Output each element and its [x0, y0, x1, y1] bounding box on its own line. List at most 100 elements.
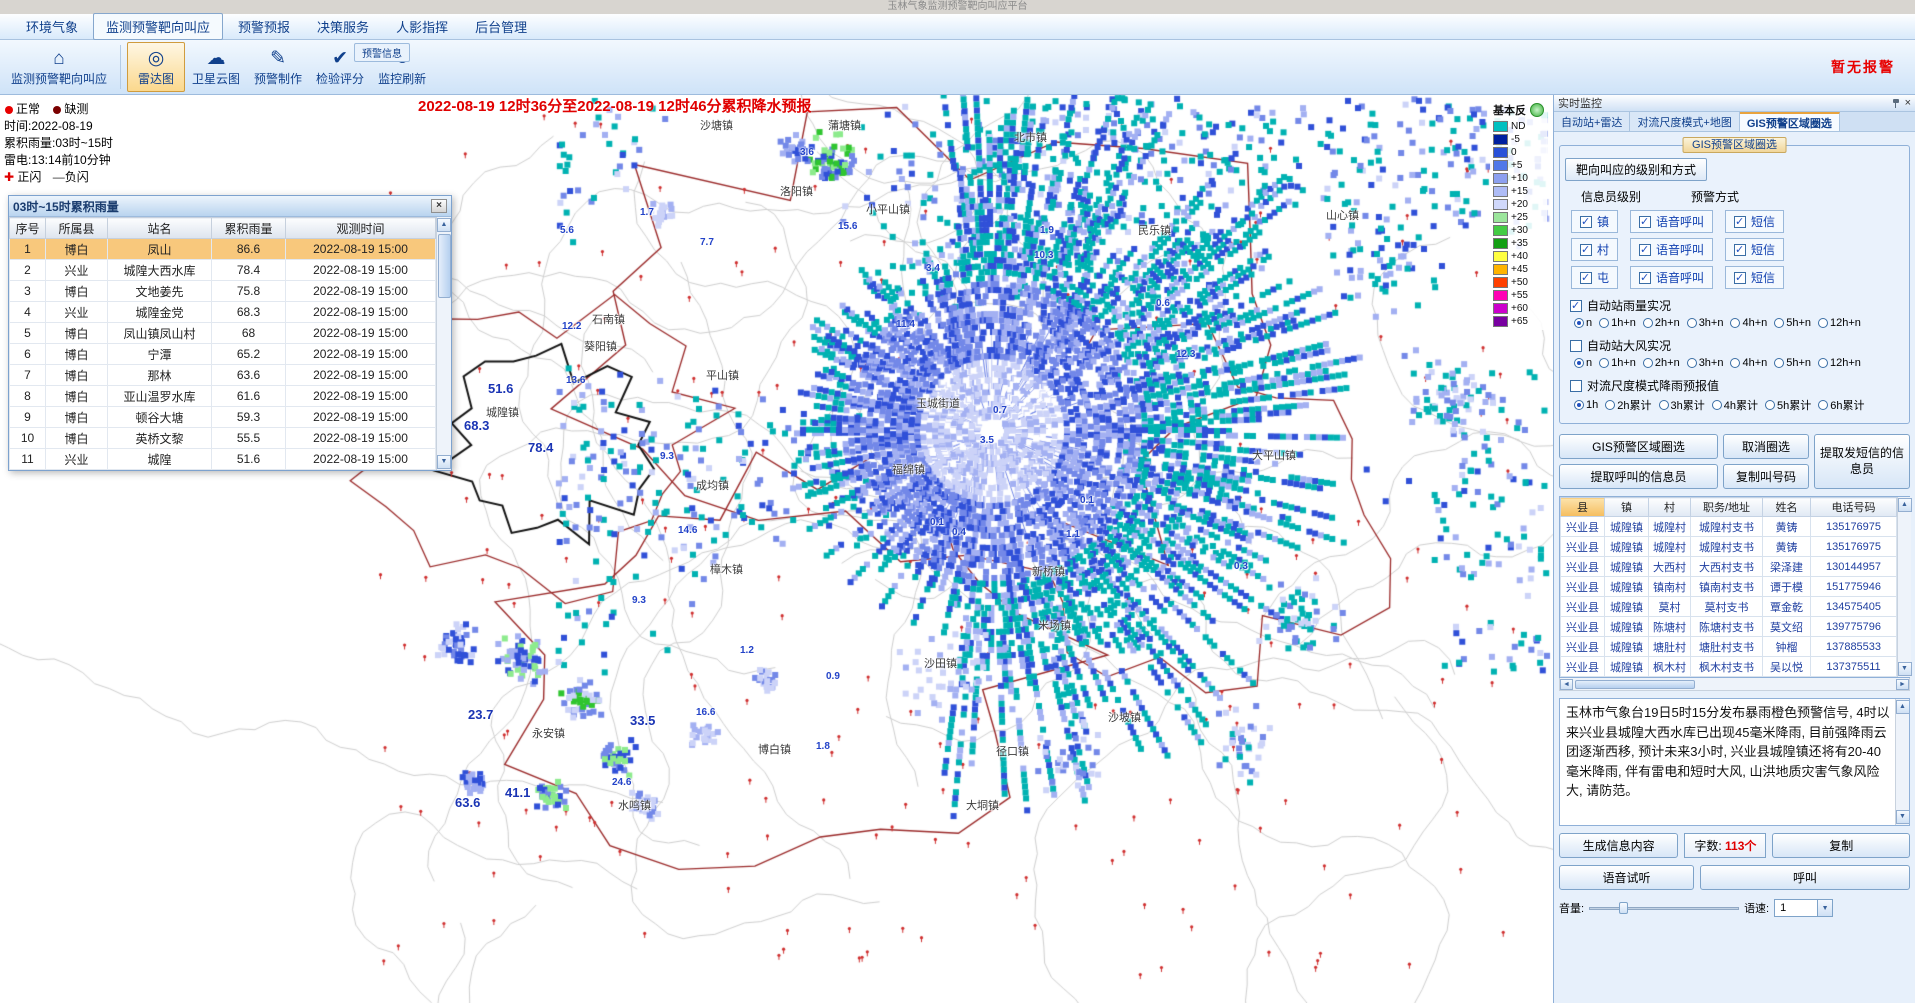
- option-radio[interactable]: 3h+n: [1687, 317, 1724, 329]
- rain-table-row[interactable]: 4兴业城隍金党68.32022-08-19 15:00: [10, 302, 436, 323]
- auto-wind-checkbox[interactable]: 自动站大风实况: [1570, 337, 1904, 354]
- toolbar-button[interactable]: ☁卫星云图: [185, 42, 247, 92]
- volume-slider[interactable]: [1589, 902, 1739, 915]
- option-radio[interactable]: 3h累计: [1659, 397, 1705, 413]
- option-radio[interactable]: 1h: [1574, 399, 1598, 411]
- menu-item[interactable]: 预警预报: [226, 14, 302, 39]
- rain-window-titlebar[interactable]: 03时~15时累积雨量 ×: [9, 196, 451, 217]
- rain-table-row[interactable]: 2兴业城隍大西水库78.42022-08-19 15:00: [10, 260, 436, 281]
- contact-table-row[interactable]: 兴业县城隍镇塘肚村塘肚村支书钟榴137885533: [1561, 637, 1897, 657]
- contact-table-header[interactable]: 县: [1561, 498, 1605, 517]
- rain-table-row[interactable]: 11兴业城隍51.62022-08-19 15:00: [10, 449, 436, 470]
- option-radio[interactable]: n: [1574, 357, 1592, 369]
- scroll-up-icon[interactable]: ▲: [1896, 700, 1910, 714]
- contact-table-hscrollbar[interactable]: ◄ ►: [1559, 678, 1910, 691]
- option-radio[interactable]: 1h+n: [1599, 317, 1636, 329]
- scroll-down-icon[interactable]: ▼: [437, 455, 451, 469]
- warning-message-textarea[interactable]: 玉林市气象台19日5时15分发布暴雨橙色预警信号, 4时以来兴业县城隍大西水库已…: [1559, 698, 1910, 826]
- contact-table-header[interactable]: 姓名: [1763, 498, 1811, 517]
- option-radio[interactable]: 5h+n: [1774, 357, 1811, 369]
- contact-table-row[interactable]: 兴业县城隍镇镇南村镇南村支书谭于模151775946: [1561, 577, 1897, 597]
- contact-table-header[interactable]: 职务/地址: [1691, 498, 1763, 517]
- menu-item[interactable]: 监测预警靶向叫应: [93, 13, 223, 40]
- toolbar-button[interactable]: ✎预警制作: [247, 42, 309, 92]
- contact-table-header[interactable]: 村: [1649, 498, 1691, 517]
- rain-table-row[interactable]: 10博白英桥文黎55.52022-08-19 15:00: [10, 428, 436, 449]
- rain-table-header[interactable]: 累积雨量: [212, 218, 286, 239]
- option-radio[interactable]: 12h+n: [1818, 317, 1861, 329]
- option-radio[interactable]: 4h累计: [1712, 397, 1758, 413]
- scroll-down-icon[interactable]: ▼: [1898, 662, 1912, 676]
- contact-table-row[interactable]: 兴业县城隍镇陈塘村陈塘村支书莫文绍139775796: [1561, 617, 1897, 637]
- toolbar-button[interactable]: ◎雷达图: [127, 42, 185, 92]
- level-checkbox[interactable]: 屯: [1571, 266, 1618, 289]
- rain-table-row[interactable]: 1博白凤山86.62022-08-19 15:00: [10, 239, 436, 260]
- rain-table-row[interactable]: 3博白文地姜先75.82022-08-19 15:00: [10, 281, 436, 302]
- close-icon[interactable]: ×: [1905, 98, 1911, 109]
- option-radio[interactable]: 2h累计: [1605, 397, 1651, 413]
- scroll-up-icon[interactable]: ▲: [1898, 498, 1912, 512]
- rain-table-header[interactable]: 所属县: [46, 218, 108, 239]
- rain-table-header[interactable]: 站名: [108, 218, 212, 239]
- contact-table-row[interactable]: 兴业县城隍镇大西村大西村支书梁泽建130144957: [1561, 557, 1897, 577]
- sms-checkbox[interactable]: 短信: [1725, 210, 1784, 233]
- speed-select[interactable]: 1 ▼: [1774, 899, 1833, 917]
- target-call-mode-button[interactable]: 靶向叫应的级别和方式: [1565, 158, 1707, 181]
- rain-table-header[interactable]: 观测时间: [286, 218, 436, 239]
- cancel-select-button[interactable]: 取消圈选: [1723, 434, 1809, 459]
- contact-table-row[interactable]: 兴业县城隍镇城隍村城隍村支书黄铸135176975: [1561, 517, 1897, 537]
- slider-thumb[interactable]: [1619, 902, 1628, 914]
- level-checkbox[interactable]: 村: [1571, 238, 1618, 261]
- contact-table-row[interactable]: 兴业县城隍镇城隍村城隍村支书黄铸135176975: [1561, 537, 1897, 557]
- right-panel-tab[interactable]: GIS预警区域圈选: [1740, 112, 1840, 131]
- option-radio[interactable]: n: [1574, 317, 1592, 329]
- call-button[interactable]: 呼叫: [1700, 865, 1910, 890]
- rain-table-row[interactable]: 9博白顿谷大塘59.32022-08-19 15:00: [10, 407, 436, 428]
- scroll-left-icon[interactable]: ◄: [1560, 679, 1573, 690]
- contact-table-row[interactable]: 兴业县城隍镇莫村莫村支书覃金乾134575405: [1561, 597, 1897, 617]
- voice-call-checkbox[interactable]: 语音呼叫: [1630, 210, 1713, 233]
- contact-table-header[interactable]: 电话号码: [1811, 498, 1897, 517]
- voice-preview-button[interactable]: 语音试听: [1559, 865, 1694, 890]
- copy-numbers-button[interactable]: 复制叫号码: [1723, 464, 1809, 489]
- extract-sms-contacts-button[interactable]: 提取发短信的信息员: [1814, 434, 1910, 489]
- voice-call-checkbox[interactable]: 语音呼叫: [1630, 238, 1713, 261]
- voice-call-checkbox[interactable]: 语音呼叫: [1630, 266, 1713, 289]
- menu-item[interactable]: 后台管理: [463, 14, 539, 39]
- scroll-down-icon[interactable]: ▼: [1896, 810, 1910, 824]
- pin-icon[interactable]: [1891, 98, 1901, 109]
- scroll-right-icon[interactable]: ►: [1896, 679, 1909, 690]
- right-panel-tab[interactable]: 自动站+雷达: [1554, 112, 1630, 131]
- extract-call-contacts-button[interactable]: 提取呼叫的信息员: [1559, 464, 1718, 489]
- option-radio[interactable]: 5h累计: [1765, 397, 1811, 413]
- message-vscrollbar[interactable]: ▲ ▼: [1895, 699, 1909, 825]
- contact-table-header[interactable]: 镇: [1605, 498, 1649, 517]
- menu-item[interactable]: 决策服务: [305, 14, 381, 39]
- legend-zoom-button[interactable]: [1530, 103, 1544, 117]
- rain-table-header[interactable]: 序号: [10, 218, 46, 239]
- menu-item[interactable]: 人影指挥: [384, 14, 460, 39]
- rain-table-row[interactable]: 8博白亚山温罗水库61.62022-08-19 15:00: [10, 386, 436, 407]
- model-rain-checkbox[interactable]: 对流尺度模式降雨预报值: [1570, 377, 1904, 394]
- sms-checkbox[interactable]: 短信: [1725, 238, 1784, 261]
- option-radio[interactable]: 6h累计: [1818, 397, 1864, 413]
- rain-table-row[interactable]: 7博白那林63.62022-08-19 15:00: [10, 365, 436, 386]
- copy-message-button[interactable]: 复制: [1772, 833, 1910, 858]
- toolbar-button[interactable]: ⌂监测预警靶向叫应: [4, 42, 114, 92]
- option-radio[interactable]: 5h+n: [1774, 317, 1811, 329]
- scrollbar-thumb[interactable]: [438, 234, 451, 298]
- contact-table-row[interactable]: 兴业县城隍镇枫木村枫木村支书吴以悦137375511: [1561, 657, 1897, 677]
- scroll-up-icon[interactable]: ▲: [437, 218, 451, 232]
- generate-message-button[interactable]: 生成信息内容: [1559, 833, 1678, 858]
- rain-table-row[interactable]: 6博白宁潭65.22022-08-19 15:00: [10, 344, 436, 365]
- auto-rain-checkbox[interactable]: 自动站雨量实况: [1570, 297, 1904, 314]
- right-panel-tab[interactable]: 对流尺度模式+地图: [1630, 112, 1739, 131]
- rain-table-row[interactable]: 5博白凤山镇凤山村682022-08-19 15:00: [10, 323, 436, 344]
- menu-item[interactable]: 环境气象: [14, 14, 90, 39]
- option-radio[interactable]: 4h+n: [1730, 357, 1767, 369]
- option-radio[interactable]: 2h+n: [1643, 317, 1680, 329]
- option-radio[interactable]: 3h+n: [1687, 357, 1724, 369]
- option-radio[interactable]: 4h+n: [1730, 317, 1767, 329]
- option-radio[interactable]: 12h+n: [1818, 357, 1861, 369]
- contact-table-vscrollbar[interactable]: ▲ ▼: [1897, 497, 1911, 677]
